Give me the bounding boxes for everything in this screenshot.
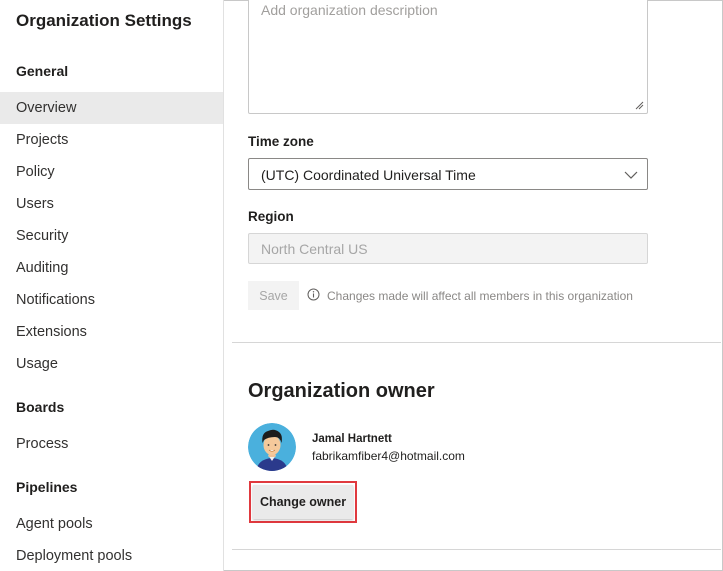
section-divider [232, 342, 721, 343]
nav-group-boards: Boards [16, 399, 65, 415]
sidebar-item-process[interactable]: Process [0, 428, 223, 460]
save-button[interactable]: Save [248, 281, 299, 310]
sidebar-item-policy[interactable]: Policy [0, 156, 223, 188]
timezone-value: (UTC) Coordinated Universal Time [261, 167, 476, 183]
description-placeholder: Add organization description [261, 2, 438, 18]
resize-grip-icon[interactable] [634, 100, 644, 110]
owner-section-title: Organization owner [248, 380, 435, 402]
timezone-label: Time zone [248, 134, 314, 149]
sidebar-item-projects[interactable]: Projects [0, 124, 223, 156]
nav-group-general: General [16, 63, 69, 79]
avatar-icon [248, 423, 296, 471]
region-label: Region [248, 209, 294, 224]
section-divider-bottom [232, 549, 721, 550]
sidebar: Organization Settings General Overview P… [0, 0, 224, 571]
sidebar-item-deployment-pools[interactable]: Deployment pools [0, 540, 223, 571]
change-owner-button[interactable]: Change owner [253, 485, 353, 519]
info-icon [307, 288, 320, 301]
nav-group-pipelines: Pipelines [16, 479, 78, 495]
sidebar-item-notifications[interactable]: Notifications [0, 284, 223, 316]
sidebar-item-extensions[interactable]: Extensions [0, 316, 223, 348]
avatar [248, 423, 296, 471]
chevron-down-icon [624, 171, 638, 179]
sidebar-item-overview[interactable]: Overview [0, 92, 223, 124]
sidebar-item-users[interactable]: Users [0, 188, 223, 220]
description-textarea[interactable]: Add organization description [248, 0, 648, 114]
sidebar-item-auditing[interactable]: Auditing [0, 252, 223, 284]
timezone-select[interactable]: (UTC) Coordinated Universal Time [248, 158, 648, 190]
sidebar-title: Organization Settings [16, 11, 192, 30]
owner-email: fabrikamfiber4@hotmail.com [312, 449, 465, 463]
sidebar-item-agent-pools[interactable]: Agent pools [0, 508, 223, 540]
sidebar-item-security[interactable]: Security [0, 220, 223, 252]
save-info-text: Changes made will affect all members in … [327, 289, 633, 303]
region-field: North Central US [248, 233, 648, 264]
region-value: North Central US [261, 241, 368, 257]
main-content: Add organization description Time zone (… [224, 0, 723, 571]
owner-name: Jamal Hartnett [312, 433, 392, 445]
sidebar-item-usage[interactable]: Usage [0, 348, 223, 380]
